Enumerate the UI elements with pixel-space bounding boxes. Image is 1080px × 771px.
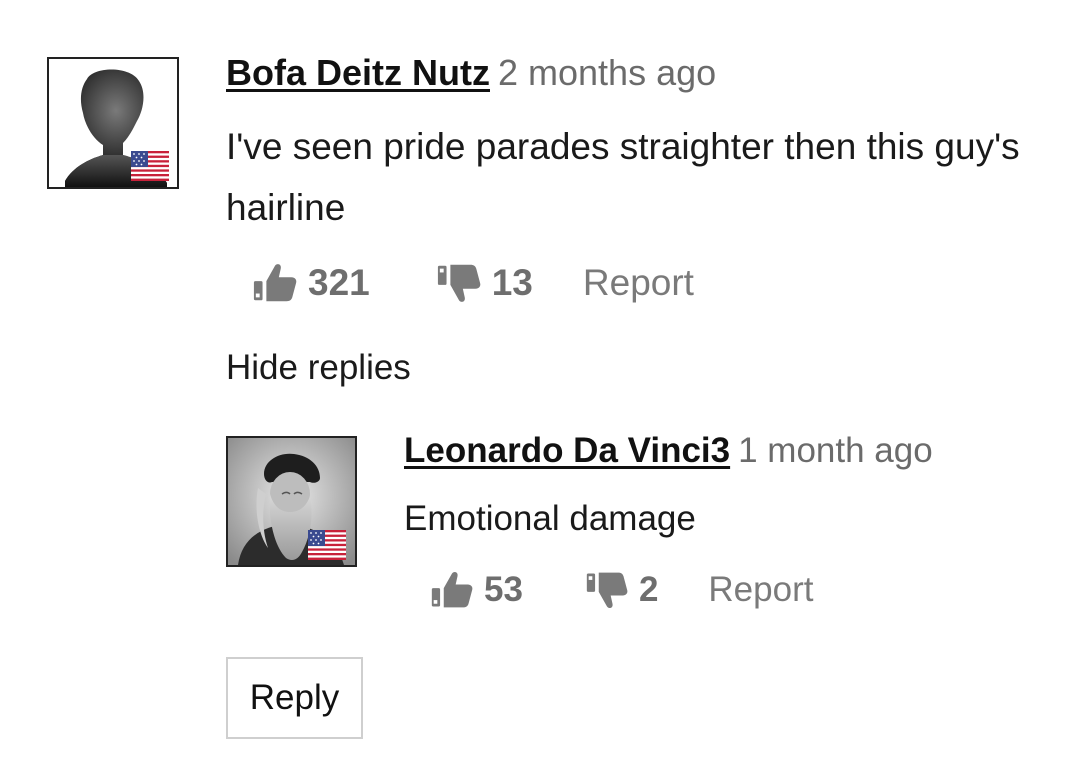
reply-timestamp: 1 month ago <box>738 431 933 470</box>
avatar[interactable] <box>47 57 179 189</box>
us-flag-icon <box>131 151 169 181</box>
comment-text: I've seen pride parades straighter then … <box>226 126 1020 228</box>
dislike-button[interactable]: 13 <box>436 260 533 306</box>
dislike-count: 13 <box>491 262 533 303</box>
reply-actions: 53 2 Report <box>430 566 813 614</box>
thumbs-up-icon <box>430 568 474 612</box>
reply-username[interactable]: Leonardo Da Vinci3 <box>404 431 730 470</box>
reply-avatar[interactable] <box>226 436 357 567</box>
hide-replies-link[interactable]: Hide replies <box>226 348 411 388</box>
like-count: 53 <box>484 570 523 609</box>
reply-text: Emotional damage <box>404 499 696 538</box>
thumbs-up-icon <box>252 260 298 306</box>
dislike-count: 2 <box>638 570 659 609</box>
reply-button[interactable]: Reply <box>226 657 363 739</box>
us-flag-icon <box>308 530 346 560</box>
comment-header: Bofa Deitz Nutz 2 months ago <box>226 53 716 93</box>
comment-timestamp: 2 months ago <box>498 52 717 93</box>
report-link[interactable]: Report <box>708 570 813 610</box>
thumbs-down-icon <box>436 260 482 306</box>
reply-header: Leonardo Da Vinci3 1 month ago <box>404 431 933 471</box>
like-button[interactable]: 53 <box>430 568 523 612</box>
dislike-button[interactable]: 2 <box>585 568 658 612</box>
comment-username[interactable]: Bofa Deitz Nutz <box>226 52 490 93</box>
like-button[interactable]: 321 <box>252 260 370 306</box>
report-link[interactable]: Report <box>583 262 694 304</box>
like-count: 321 <box>308 262 370 303</box>
thumbs-down-icon <box>585 568 629 612</box>
comment-actions: 321 13 Report <box>252 258 694 308</box>
